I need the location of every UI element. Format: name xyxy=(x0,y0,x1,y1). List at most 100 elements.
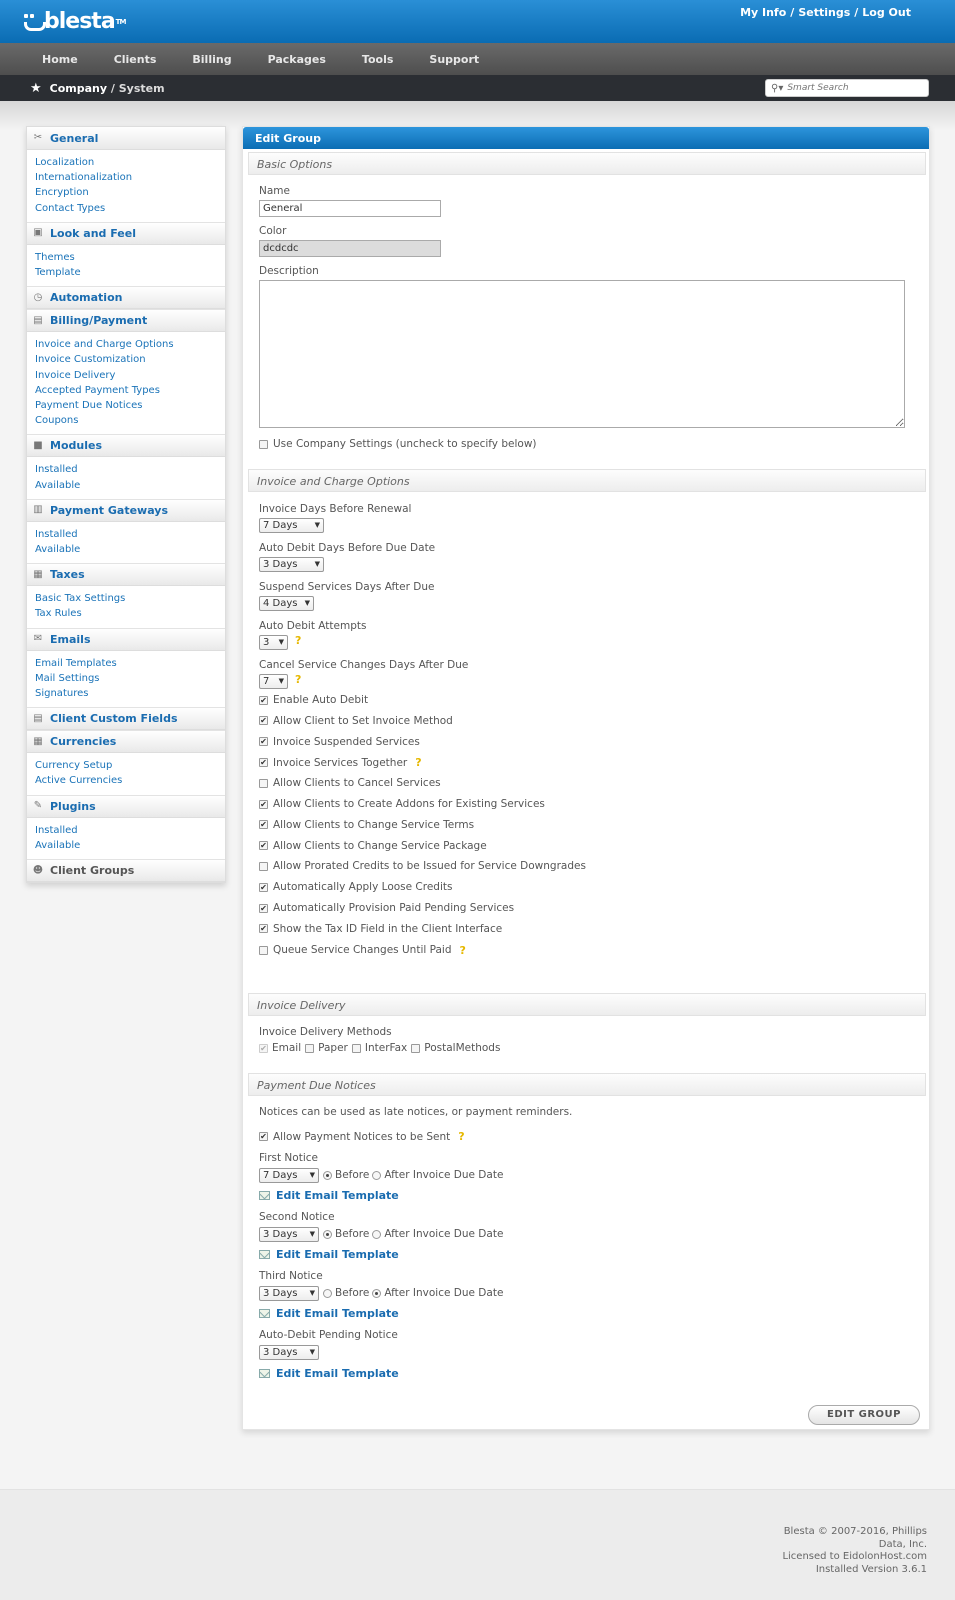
invoice-option-row[interactable]: ✔ Allow Clients to Create Addons for Exis… xyxy=(259,798,545,810)
third-edit-template-link[interactable]: Edit Email Template xyxy=(259,1307,399,1320)
edit-group-button[interactable]: EDIT GROUP xyxy=(808,1405,920,1425)
search-input[interactable] xyxy=(787,83,918,93)
third-notice-select[interactable]: 3 Days ▼ xyxy=(259,1286,319,1301)
allow-notices-checkbox[interactable]: ✔ xyxy=(259,1132,268,1141)
sidebar-heading-automation[interactable]: ◷ Automation xyxy=(27,286,225,310)
second-edit-template-link[interactable]: Edit Email Template xyxy=(259,1248,399,1261)
log-out-link[interactable]: Log Out xyxy=(862,6,911,19)
invoice-option-checkbox[interactable]: ✔ xyxy=(259,882,268,892)
sidebar-item-installed[interactable]: Installed xyxy=(35,462,225,477)
sidebar-item-payment-due-notices[interactable]: Payment Due Notices xyxy=(35,398,225,413)
sidebar-heading-billing-payment[interactable]: ▤ Billing/Payment xyxy=(27,309,225,333)
sidebar-item-available[interactable]: Available xyxy=(35,542,225,557)
blesta-logo[interactable]: blesta TM xyxy=(24,9,126,34)
sidebar-item-contact-types[interactable]: Contact Types xyxy=(35,201,225,216)
invoice-option-row[interactable]: ✔ Automatically Provision Paid Pending Se… xyxy=(259,902,514,914)
sidebar-heading-client-groups[interactable]: ☻ Client Groups xyxy=(27,859,225,883)
sidebar-heading-payment-gateways[interactable]: ▥ Payment Gateways xyxy=(27,498,225,522)
postalmethods-checkbox[interactable] xyxy=(411,1043,421,1053)
second-before-radio[interactable] xyxy=(323,1229,332,1239)
sidebar-item-internationalization[interactable]: Internationalization xyxy=(35,170,225,185)
sidebar-item-invoice-and-charge-options[interactable]: Invoice and Charge Options xyxy=(35,337,225,352)
second-notice-select[interactable]: 3 Days ▼ xyxy=(259,1227,319,1242)
invoice-option-row[interactable]: Queue Service Changes Until Paid? xyxy=(259,944,466,957)
nav-clients[interactable]: Clients xyxy=(96,53,175,66)
breadcrumb-company[interactable]: Company xyxy=(50,82,107,95)
first-edit-template-link[interactable]: Edit Email Template xyxy=(259,1189,399,1202)
sidebar-heading-client-custom-fields[interactable]: ▤ Client Custom Fields xyxy=(27,707,225,731)
sidebar-item-mail-settings[interactable]: Mail Settings xyxy=(35,671,225,686)
color-input[interactable] xyxy=(259,240,441,257)
sidebar-item-invoice-delivery[interactable]: Invoice Delivery xyxy=(35,368,225,383)
invoice-option-checkbox[interactable]: ✔ xyxy=(259,820,268,830)
autodebit-attempts-select[interactable]: 3 ▼ xyxy=(259,635,288,650)
sidebar-item-accepted-payment-types[interactable]: Accepted Payment Types xyxy=(35,383,225,398)
nav-billing[interactable]: Billing xyxy=(174,53,249,66)
invoice-option-checkbox[interactable] xyxy=(259,861,268,871)
invoice-option-row[interactable]: ✔ Automatically Apply Loose Credits xyxy=(259,881,452,893)
use-company-settings-row[interactable]: Use Company Settings (uncheck to specify… xyxy=(259,438,537,450)
sidebar-item-tax-rules[interactable]: Tax Rules xyxy=(35,606,225,621)
first-notice-select[interactable]: 7 Days ▼ xyxy=(259,1168,319,1183)
sidebar-heading-taxes[interactable]: ▦ Taxes xyxy=(27,563,225,587)
third-before-radio[interactable] xyxy=(323,1288,332,1298)
nav-home[interactable]: Home xyxy=(24,53,96,66)
sidebar-item-signatures[interactable]: Signatures xyxy=(35,686,225,701)
help-icon[interactable]: ? xyxy=(295,634,301,647)
sidebar-item-email-templates[interactable]: Email Templates xyxy=(35,656,225,671)
invoice-option-row[interactable]: Allow Clients to Cancel Services xyxy=(259,777,441,789)
use-company-settings-checkbox[interactable] xyxy=(259,439,268,449)
autodebit-edit-template-link[interactable]: Edit Email Template xyxy=(259,1367,399,1380)
paper-method-checkbox[interactable] xyxy=(305,1043,315,1053)
invoice-option-checkbox[interactable] xyxy=(259,778,268,788)
sidebar-heading-currencies[interactable]: ▦ Currencies xyxy=(27,730,225,754)
sidebar-item-invoice-customization[interactable]: Invoice Customization xyxy=(35,352,225,367)
invoice-option-row[interactable]: Allow Prorated Credits to be Issued for … xyxy=(259,860,586,872)
invoice-option-row[interactable]: ✔ Enable Auto Debit xyxy=(259,694,368,706)
sidebar-item-localization[interactable]: Localization xyxy=(35,155,225,170)
invoice-option-row[interactable]: ✔ Show the Tax ID Field in the Client Int… xyxy=(259,923,502,935)
my-info-link[interactable]: My Info xyxy=(740,6,786,19)
cancel-changes-select[interactable]: 7 ▼ xyxy=(259,674,288,689)
sidebar-item-encryption[interactable]: Encryption xyxy=(35,185,225,200)
star-icon[interactable]: ★ xyxy=(30,81,42,96)
sidebar-item-active-currencies[interactable]: Active Currencies xyxy=(35,773,225,788)
name-input[interactable] xyxy=(259,200,441,217)
suspend-days-select[interactable]: 4 Days ▼ xyxy=(259,596,314,611)
sidebar-item-installed[interactable]: Installed xyxy=(35,823,225,838)
sidebar-item-basic-tax-settings[interactable]: Basic Tax Settings xyxy=(35,591,225,606)
invoice-option-row[interactable]: ✔ Allow Clients to Change Service Package xyxy=(259,840,487,852)
allow-notices-row[interactable]: ✔ Allow Payment Notices to be Sent ? xyxy=(259,1130,465,1143)
sidebar-item-available[interactable]: Available xyxy=(35,478,225,493)
invoice-option-checkbox[interactable]: ✔ xyxy=(259,758,268,768)
autodebit-days-select[interactable]: 3 Days ▼ xyxy=(259,557,324,572)
sidebar-item-coupons[interactable]: Coupons xyxy=(35,413,225,428)
sidebar-heading-general[interactable]: ✂ General xyxy=(27,127,225,150)
sidebar-heading-emails[interactable]: ✉ Emails xyxy=(27,627,225,651)
settings-link[interactable]: Settings xyxy=(798,6,850,19)
help-icon[interactable]: ? xyxy=(458,1130,464,1143)
invoice-option-checkbox[interactable]: ✔ xyxy=(259,924,268,934)
help-icon[interactable]: ? xyxy=(295,673,301,686)
autodebit-pending-select[interactable]: 3 Days ▼ xyxy=(259,1345,319,1360)
sidebar-heading-look-and-feel[interactable]: ▣ Look and Feel xyxy=(27,221,225,245)
invoice-option-row[interactable]: ✔ Invoice Suspended Services xyxy=(259,736,420,748)
third-after-radio[interactable] xyxy=(372,1288,382,1298)
help-icon[interactable]: ? xyxy=(415,756,421,769)
nav-support[interactable]: Support xyxy=(411,53,497,66)
invoice-option-checkbox[interactable]: ✔ xyxy=(259,903,268,913)
invoice-option-row[interactable]: ✔ Allow Clients to Change Service Terms xyxy=(259,819,474,831)
nav-tools[interactable]: Tools xyxy=(344,53,411,66)
invoice-option-row[interactable]: ✔ Invoice Services Together? xyxy=(259,756,422,769)
nav-packages[interactable]: Packages xyxy=(250,53,344,66)
invoice-option-checkbox[interactable] xyxy=(259,945,268,955)
invoice-option-row[interactable]: ✔ Allow Client to Set Invoice Method xyxy=(259,715,453,727)
first-before-radio[interactable] xyxy=(323,1170,332,1180)
invoice-option-checkbox[interactable]: ✔ xyxy=(259,737,268,747)
interfax-method-checkbox[interactable] xyxy=(351,1043,361,1053)
sidebar-item-installed[interactable]: Installed xyxy=(35,527,225,542)
sidebar-item-template[interactable]: Template xyxy=(35,265,225,280)
description-textarea[interactable] xyxy=(259,280,905,428)
search-icon[interactable]: ⚲▾ xyxy=(771,83,783,94)
sidebar-heading-plugins[interactable]: ✎ Plugins xyxy=(27,794,225,818)
